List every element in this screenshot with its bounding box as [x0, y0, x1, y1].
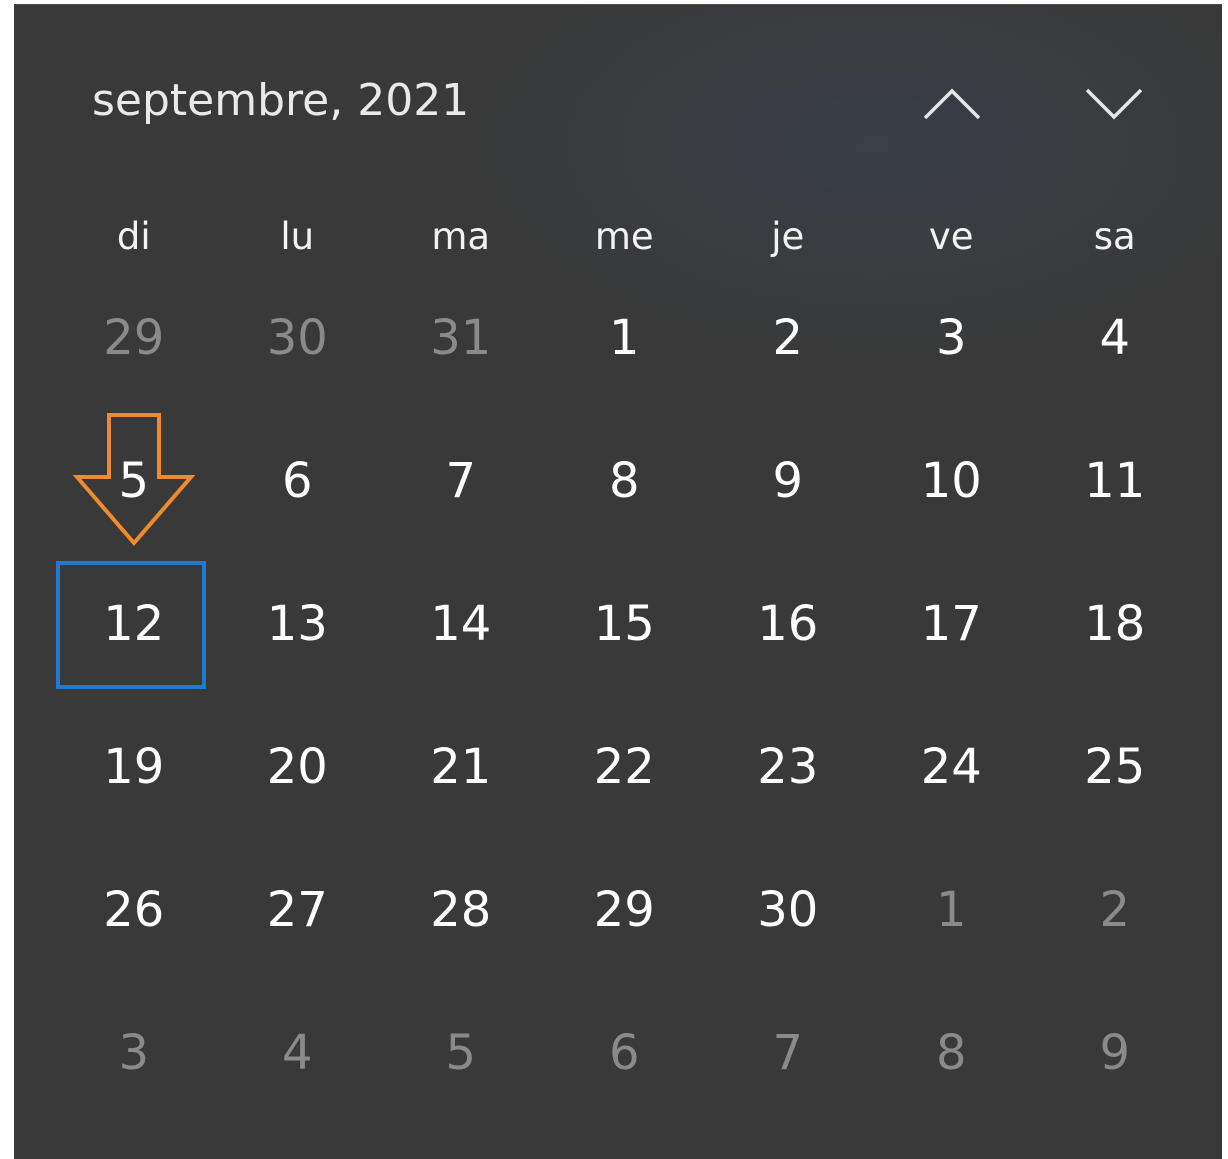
day-cell-adjacent-month[interactable]: 3	[52, 982, 216, 1125]
day-cell[interactable]: 14	[379, 553, 543, 696]
day-cell[interactable]: 2	[706, 267, 870, 410]
day-cell-adjacent-month[interactable]: 7	[706, 982, 870, 1125]
day-cell[interactable]: 16	[706, 553, 870, 696]
month-year-title[interactable]: septembre, 2021	[92, 71, 469, 131]
day-cell[interactable]: 29	[543, 839, 707, 982]
day-cell[interactable]: 10	[870, 410, 1034, 553]
weekday-label-sa: sa	[1093, 215, 1136, 258]
weekday-label-lu: lu	[280, 215, 315, 258]
day-cell[interactable]: 28	[379, 839, 543, 982]
day-cell-adjacent-month[interactable]: 8	[870, 982, 1034, 1125]
day-cell-adjacent-month[interactable]: 30	[216, 267, 380, 410]
weekday-label-je: je	[771, 215, 805, 258]
weekday-label-ma: ma	[431, 215, 491, 258]
day-cell[interactable]: 13	[216, 553, 380, 696]
day-cell[interactable]: 7	[379, 410, 543, 553]
day-cell[interactable]: 5	[52, 410, 216, 553]
day-cell-adjacent-month[interactable]: 4	[216, 982, 380, 1125]
day-cell[interactable]: 23	[706, 696, 870, 839]
day-cell-adjacent-month[interactable]: 9	[1033, 982, 1197, 1125]
day-cell[interactable]: 6	[216, 410, 380, 553]
day-cell[interactable]: 11	[1033, 410, 1197, 553]
day-cell-adjacent-month[interactable]: 5	[379, 982, 543, 1125]
day-cell[interactable]: 8	[543, 410, 707, 553]
day-cell[interactable]: 22	[543, 696, 707, 839]
weekday-label-di: di	[116, 215, 151, 258]
day-cell[interactable]: 20	[216, 696, 380, 839]
day-cell-adjacent-month[interactable]: 2	[1033, 839, 1197, 982]
day-cell-adjacent-month[interactable]: 1	[870, 839, 1034, 982]
chevron-up-icon	[923, 88, 981, 120]
previous-month-button[interactable]	[912, 69, 992, 139]
day-cell[interactable]: 18	[1033, 553, 1197, 696]
day-cell[interactable]: 1	[543, 267, 707, 410]
day-cell-adjacent-month[interactable]: 6	[543, 982, 707, 1125]
day-cell[interactable]: 3	[870, 267, 1034, 410]
day-cell[interactable]: 15	[543, 553, 707, 696]
day-grid: 29 30 31 1 2 3 4 5 6 7 8 9 10 11 12 13 14 15 16 17 18 19 20 21 2…	[52, 267, 1216, 1125]
day-cell[interactable]: 24	[870, 696, 1034, 839]
day-cell[interactable]: 17	[870, 553, 1034, 696]
next-month-button[interactable]	[1074, 69, 1154, 139]
calendar-flyout: septembre, 2021 di lu ma me je ve sa 29 30 31 1 2 3…	[14, 4, 1222, 1159]
weekday-label-me: me	[594, 215, 654, 258]
day-cell[interactable]: 30	[706, 839, 870, 982]
calendar-header: septembre, 2021	[14, 5, 1222, 195]
day-cell[interactable]: 4	[1033, 267, 1197, 410]
day-cell[interactable]: 26	[52, 839, 216, 982]
day-cell-adjacent-month[interactable]: 31	[379, 267, 543, 410]
day-cell-adjacent-month[interactable]: 29	[52, 267, 216, 410]
day-cell[interactable]: 27	[216, 839, 380, 982]
day-cell[interactable]: 12	[52, 553, 216, 696]
day-cell[interactable]: 25	[1033, 696, 1197, 839]
weekday-label-ve: ve	[928, 215, 974, 258]
weekday-header-row: di lu ma me je ve sa	[52, 205, 1216, 269]
day-cell[interactable]: 21	[379, 696, 543, 839]
day-cell[interactable]: 9	[706, 410, 870, 553]
chevron-down-icon	[1085, 88, 1143, 120]
day-cell[interactable]: 19	[52, 696, 216, 839]
